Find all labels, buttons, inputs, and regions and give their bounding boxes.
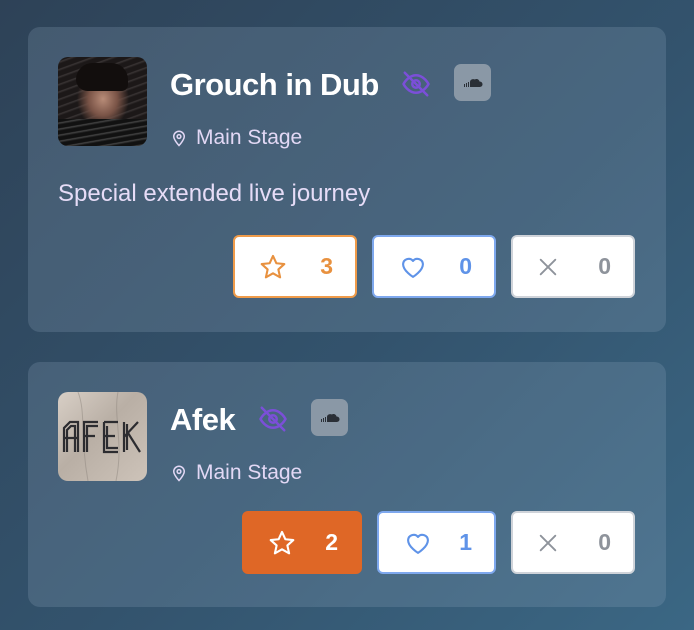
star-count: 2 [325, 529, 338, 555]
artist-card: Grouch in Dub Main Stage Special extende… [28, 27, 666, 332]
dismiss-vote-button[interactable]: 0 [511, 511, 635, 574]
stage-label: Main Stage [196, 126, 303, 149]
eye-off-icon[interactable] [258, 404, 288, 434]
eye-off-icon[interactable] [401, 69, 431, 99]
close-icon [539, 258, 557, 275]
star-icon [260, 254, 286, 278]
artist-card: Afek Main Stage 2 1 0 [28, 362, 666, 607]
heart-count: 0 [459, 253, 472, 279]
soundcloud-icon [463, 78, 482, 87]
heart-vote-button[interactable]: 1 [377, 511, 496, 574]
soundcloud-button[interactable] [454, 64, 491, 101]
soundcloud-button[interactable] [311, 399, 348, 436]
map-pin-icon [172, 465, 186, 482]
artist-avatar [58, 392, 147, 481]
dismiss-count: 0 [598, 253, 611, 279]
close-icon [539, 534, 557, 551]
star-vote-button[interactable]: 3 [233, 235, 357, 298]
heart-vote-button[interactable]: 0 [372, 235, 496, 298]
artist-description: Special extended live journey [58, 180, 371, 207]
heart-icon [407, 533, 429, 554]
heart-count: 1 [459, 529, 472, 555]
soundcloud-icon [320, 413, 339, 422]
dismiss-count: 0 [598, 529, 611, 555]
map-pin-icon [172, 130, 186, 147]
artist-name: Grouch in Dub [170, 67, 379, 102]
stage-location: Main Stage [170, 126, 302, 150]
stage-label: Main Stage [196, 461, 303, 484]
star-icon [269, 530, 295, 554]
heart-icon [402, 257, 424, 278]
artist-name: Afek [170, 402, 236, 437]
stage-location: Main Stage [170, 461, 302, 485]
dismiss-vote-button[interactable]: 0 [511, 235, 635, 298]
afek-logo [62, 392, 141, 481]
star-vote-button[interactable]: 2 [242, 511, 362, 574]
star-count: 3 [320, 253, 333, 279]
artist-avatar [58, 57, 147, 146]
